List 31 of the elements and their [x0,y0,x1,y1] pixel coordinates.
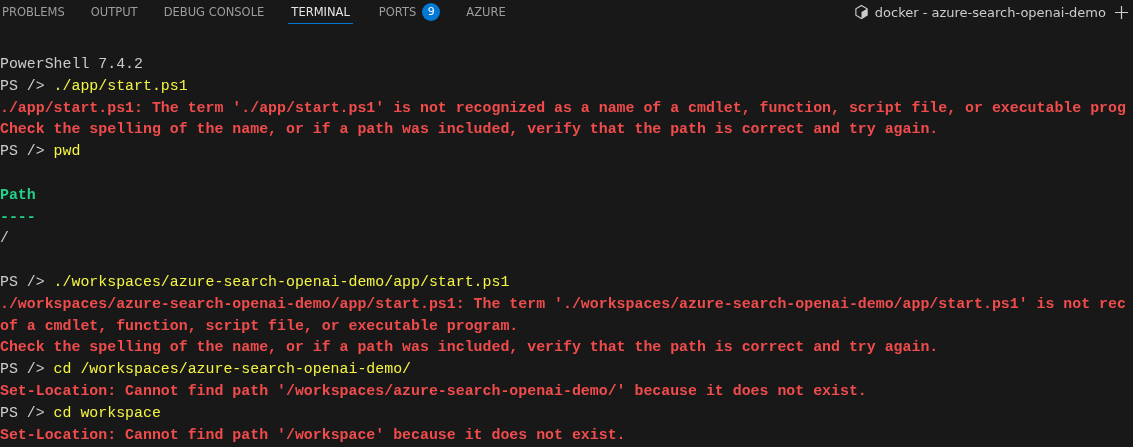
panel-tab[interactable]: TERMINAL [288,0,353,24]
command-text: ./workspaces/azure-search-openai-demo/app/start.ps1 [53,273,510,290]
prompt-text: PS /> [0,143,45,160]
output-text: / [0,230,9,247]
error-text: Check the spelling of the name, or if a path was included, verify that the path is correct and try again. [0,339,939,356]
prompt-text: PS /> [0,77,45,94]
panel-tab[interactable]: OUTPUT [88,0,149,24]
error-text: Set-Location: Cannot find path '/workspace' because it does not exist. [0,426,626,443]
prompt-text: PS /> [0,361,45,378]
command-text: cd /workspaces/azure-search-openai-demo/ [53,361,412,378]
error-text: of a cmdlet, function, script file, or executable program. [0,317,519,334]
add-icon[interactable] [1114,4,1129,20]
error-text: Set-Location: Cannot find path '/workspaces/azure-search-openai-demo/' because it does not exist. [0,382,867,399]
error-text: ./workspaces/azure-search-openai-demo/app/start.ps1: The term './workspaces/azure-search-openai-demo/app/start.ps1' is not rec [0,295,1126,312]
column-header-text: Path [0,186,36,203]
panel-tab[interactable]: AZURE [464,0,517,24]
panel-tab[interactable]: PORTS 9 [376,0,452,24]
prompt-text: PS /> [0,404,45,421]
command-text: ./app/start.ps1 [53,77,188,94]
output-text: PowerShell 7.4.2 [0,56,143,72]
cube-icon [853,4,869,20]
panel-tab[interactable]: PROBLEMS [0,0,76,24]
command-text: cd workspace [53,404,161,421]
error-text: ./app/start.ps1: The term './app/start.ps1' is not recognized as a name of a cmdlet, function, script file, or executable prog [0,99,1126,116]
column-header-text: ---- [0,208,36,225]
error-text: Check the spelling of the name, or if a path was included, verify that the path is correct and try again. [0,121,939,138]
panel-tab[interactable]: DEBUG CONSOLE [161,0,276,24]
terminal-selector[interactable]: docker - azure-search-openai-demo [853,4,1106,20]
prompt-text: PS /> [0,273,45,290]
command-text: pwd [53,143,81,160]
count-badge: 9 [422,2,441,21]
